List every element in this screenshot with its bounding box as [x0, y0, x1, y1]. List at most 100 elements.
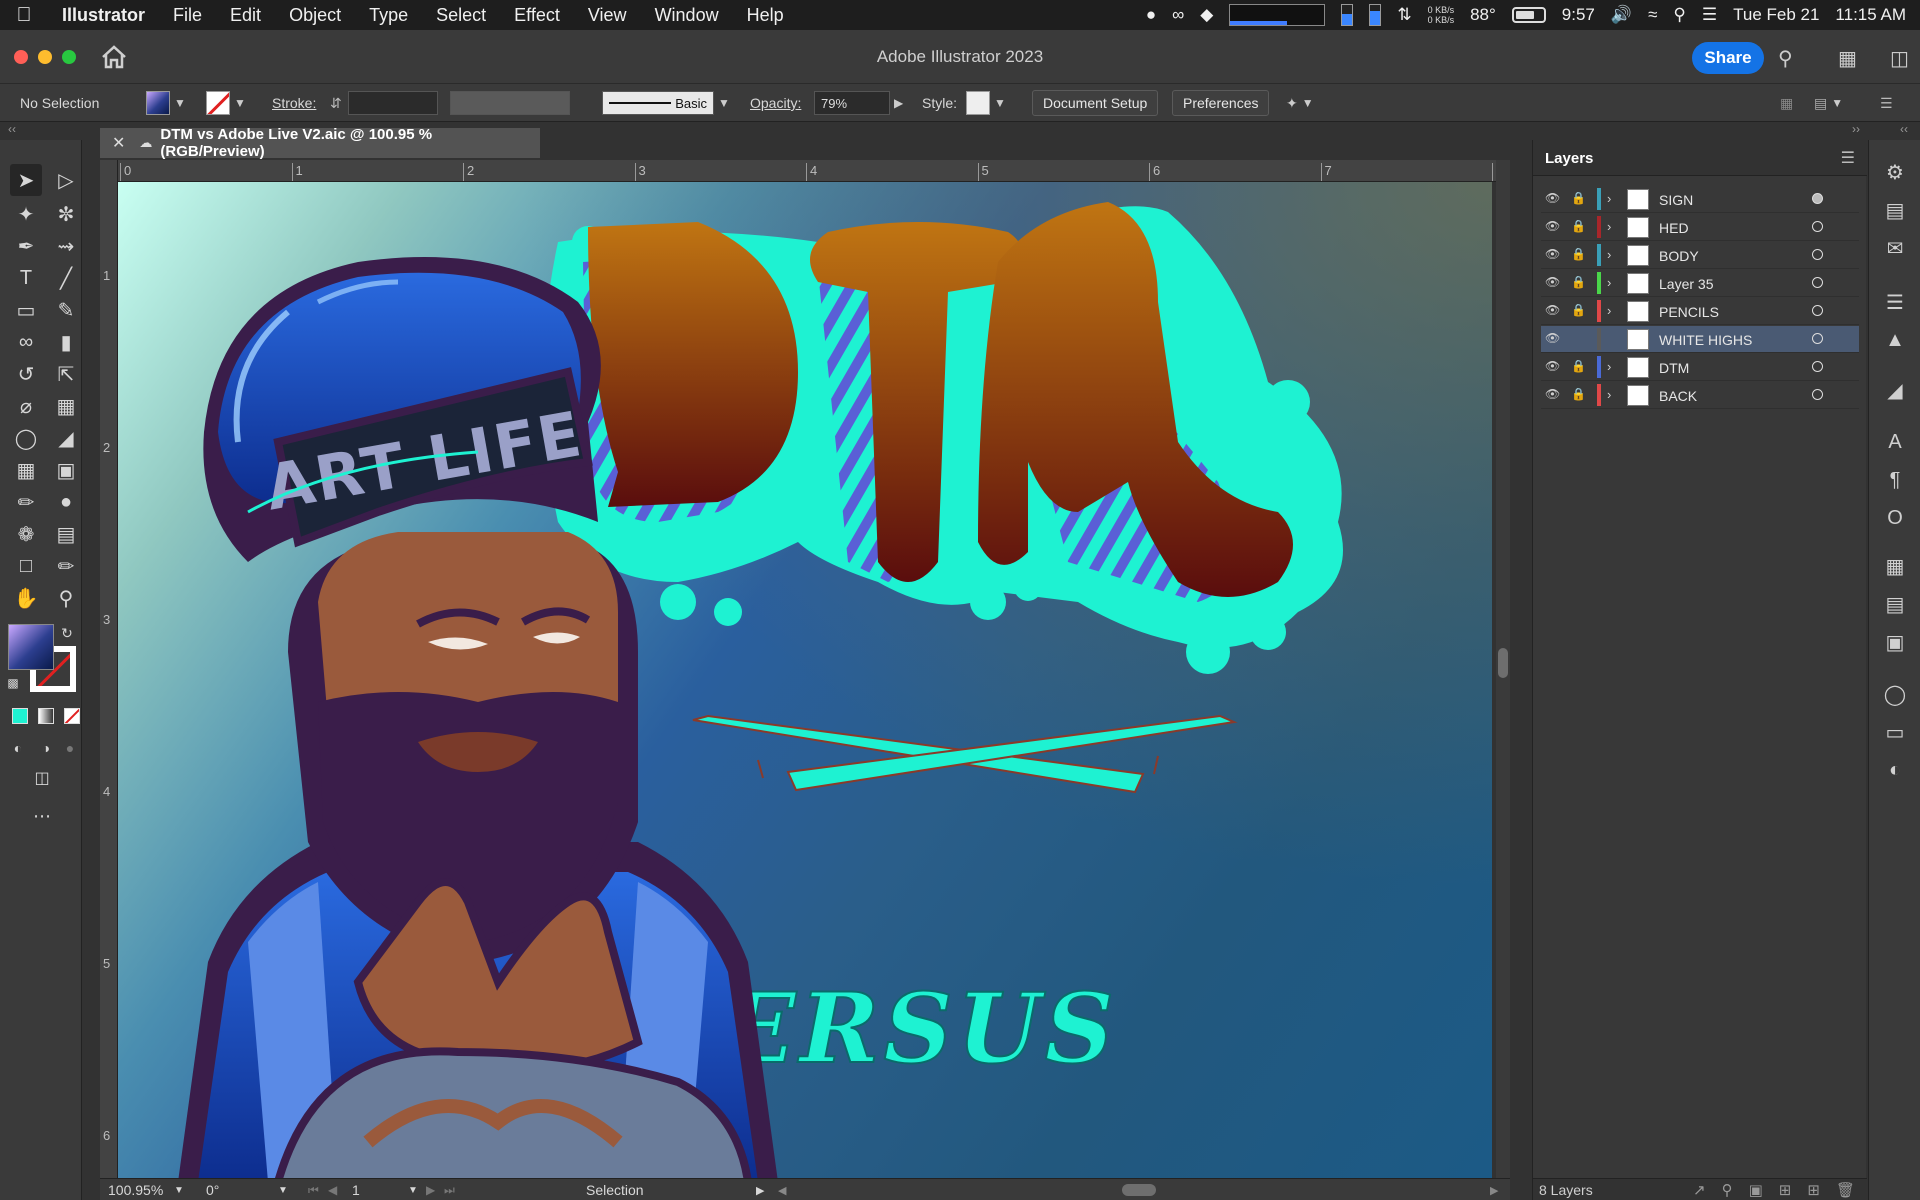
- stroke-weight-field[interactable]: [348, 84, 438, 122]
- visibility-eye-icon[interactable]: 👁: [1545, 247, 1563, 261]
- paintbrush-tool-icon[interactable]: ✎: [50, 294, 82, 326]
- perspective-grid-tool-icon[interactable]: ◢: [50, 422, 82, 454]
- opacity-value[interactable]: 79%: [814, 91, 890, 115]
- expand-layer-icon[interactable]: ›: [1607, 359, 1611, 374]
- swatches-icon[interactable]: ◐: [1881, 756, 1909, 784]
- volume-icon[interactable]: 🔊: [1611, 5, 1632, 25]
- control-bar-menu-icon[interactable]: ☰: [1880, 84, 1893, 122]
- expand-layer-icon[interactable]: ›: [1607, 191, 1611, 206]
- visibility-eye-icon[interactable]: 👁: [1545, 219, 1563, 233]
- color-mode-icon[interactable]: [12, 708, 28, 724]
- previous-artboard-icon[interactable]: ◀: [328, 1179, 337, 1200]
- layer-name[interactable]: PENCILS: [1659, 304, 1719, 320]
- layer-row[interactable]: 👁 🔒 › BACK: [1541, 382, 1859, 409]
- search-icon[interactable]: ⚲: [1778, 46, 1793, 71]
- fill-swatch[interactable]: ▼: [146, 84, 186, 122]
- preferences-button[interactable]: Preferences: [1172, 90, 1270, 116]
- vertical-ruler[interactable]: 1 2 3 4 5 6: [100, 160, 118, 1178]
- pathfinder-icon[interactable]: ▣: [1881, 628, 1909, 656]
- vertical-scroll-thumb[interactable]: [1498, 648, 1508, 678]
- chevron-down-icon[interactable]: ▼: [408, 1179, 418, 1200]
- current-tool-status[interactable]: Selection: [586, 1179, 644, 1200]
- zoom-level[interactable]: 100.95%: [108, 1179, 163, 1200]
- status-menu-icon[interactable]: ▶: [756, 1179, 764, 1200]
- arrange-documents-icon[interactable]: ▦: [1838, 46, 1857, 71]
- brush-definition[interactable]: Basic ▼: [602, 84, 730, 122]
- expand-layer-icon[interactable]: ›: [1607, 219, 1611, 234]
- chevron-down-icon[interactable]: ▼: [278, 1179, 288, 1200]
- collapse-toolbar-icon[interactable]: ‹‹: [8, 122, 28, 140]
- apple-logo-icon[interactable]: : [0, 4, 48, 27]
- menu-edit[interactable]: Edit: [216, 5, 275, 26]
- chevron-right-icon[interactable]: ▶: [894, 96, 903, 110]
- character-icon[interactable]: A: [1881, 428, 1909, 456]
- lock-icon[interactable]: 🔒: [1571, 359, 1586, 373]
- scroll-left-icon[interactable]: ◀: [778, 1179, 786, 1200]
- properties-icon[interactable]: ⚙: [1881, 158, 1909, 186]
- fill-color-swatch[interactable]: [8, 624, 54, 670]
- document-tab[interactable]: ✕ ☁ DTM vs Adobe Live V2.aic @ 100.95 % …: [100, 126, 540, 160]
- delete-layer-icon[interactable]: 🗑: [1836, 1181, 1855, 1199]
- layer-row[interactable]: 👁 🔒 › BODY: [1541, 242, 1859, 269]
- scale-tool-icon[interactable]: ⇱: [50, 358, 82, 390]
- wifi-icon[interactable]: ≈: [1648, 5, 1657, 25]
- menu-app-name[interactable]: Illustrator: [48, 5, 159, 26]
- eraser-tool-icon[interactable]: ▮: [50, 326, 82, 358]
- layer-row[interactable]: 👁 WHITE HIGHS: [1541, 326, 1859, 353]
- next-artboard-icon[interactable]: ▶: [426, 1179, 435, 1200]
- arrange-icon[interactable]: ✦ ▼: [1286, 84, 1314, 122]
- opacity-field[interactable]: 79% ▶: [814, 84, 903, 122]
- paragraph-icon[interactable]: ¶: [1881, 466, 1909, 494]
- last-artboard-icon[interactable]: ⏭: [444, 1179, 455, 1200]
- mesh-tool-icon[interactable]: ▦: [10, 454, 42, 486]
- menu-time[interactable]: 11:15 AM: [1835, 5, 1906, 25]
- layer-name[interactable]: BODY: [1659, 248, 1699, 264]
- layer-target-icon[interactable]: [1812, 249, 1823, 260]
- zoom-tool-icon[interactable]: ⚲: [50, 582, 82, 614]
- layer-target-icon[interactable]: [1812, 333, 1823, 344]
- control-center-icon[interactable]: ☰: [1702, 5, 1717, 25]
- rotate-tool-icon[interactable]: ↺: [10, 358, 42, 390]
- visibility-eye-icon[interactable]: 👁: [1545, 275, 1563, 289]
- artboard-tool-icon[interactable]: □: [10, 550, 42, 582]
- horizontal-scroll-thumb[interactable]: [1122, 1179, 1156, 1200]
- blend-tool-icon[interactable]: ●: [50, 486, 82, 518]
- export-for-screens-icon[interactable]: ↗: [1693, 1181, 1706, 1199]
- opacity-label[interactable]: Opacity:: [750, 84, 801, 122]
- layers-icon[interactable]: ☰: [1881, 288, 1909, 316]
- clipping-mask-icon[interactable]: ▣: [1749, 1181, 1763, 1199]
- gradient-panel-icon[interactable]: ▭: [1881, 718, 1909, 746]
- type-tool-icon[interactable]: T: [10, 262, 42, 294]
- comments-icon[interactable]: ✉: [1881, 234, 1909, 262]
- layer-target-icon[interactable]: [1812, 305, 1823, 316]
- appearance-icon[interactable]: ◢: [1881, 376, 1909, 404]
- battery-time[interactable]: 9:57: [1562, 5, 1595, 25]
- lock-icon[interactable]: 🔒: [1571, 219, 1586, 233]
- swap-fill-stroke-icon[interactable]: ↻: [58, 624, 76, 642]
- opentype-icon[interactable]: O: [1881, 504, 1909, 532]
- shaper-tool-icon[interactable]: ∞: [10, 326, 42, 358]
- visibility-eye-icon[interactable]: 👁: [1545, 331, 1563, 345]
- lasso-tool-icon[interactable]: ✼: [50, 198, 82, 230]
- none-mode-icon[interactable]: [64, 708, 80, 724]
- vertical-scrollbar[interactable]: [1496, 160, 1510, 1178]
- distribute-icon[interactable]: ▤ ▼: [1814, 84, 1843, 122]
- layer-name[interactable]: WHITE HIGHS: [1659, 332, 1752, 348]
- stroke-weight-value[interactable]: [348, 91, 438, 115]
- collapse-dock-icon[interactable]: ‹‹: [1900, 122, 1920, 140]
- expand-layer-icon[interactable]: ›: [1607, 303, 1611, 318]
- horizontal-ruler[interactable]: 012345678: [118, 160, 1510, 182]
- layer-row[interactable]: 👁 🔒 › PENCILS: [1541, 298, 1859, 325]
- new-sublayer-icon[interactable]: ⊞: [1779, 1181, 1792, 1199]
- expand-layer-icon[interactable]: ›: [1607, 275, 1611, 290]
- gradient-tool-icon[interactable]: ▣: [50, 454, 82, 486]
- draw-behind-icon[interactable]: ◑: [34, 736, 58, 760]
- new-layer-icon[interactable]: ⊞: [1807, 1181, 1820, 1199]
- chevron-down-icon[interactable]: ▼: [718, 96, 730, 110]
- draw-inside-icon[interactable]: ●: [58, 736, 82, 760]
- layers-panel-title[interactable]: Layers: [1545, 150, 1593, 167]
- lock-icon[interactable]: 🔒: [1571, 247, 1586, 261]
- canvas[interactable]: VERSUS ART LIFE: [118, 182, 1492, 1178]
- document-setup-button[interactable]: Document Setup: [1032, 90, 1159, 116]
- menu-help[interactable]: Help: [733, 5, 798, 26]
